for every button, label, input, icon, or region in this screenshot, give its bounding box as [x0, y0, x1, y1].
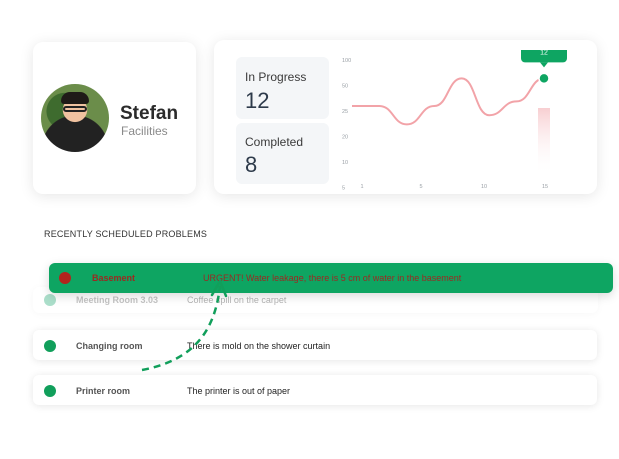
drag-arrow-icon	[141, 279, 228, 372]
